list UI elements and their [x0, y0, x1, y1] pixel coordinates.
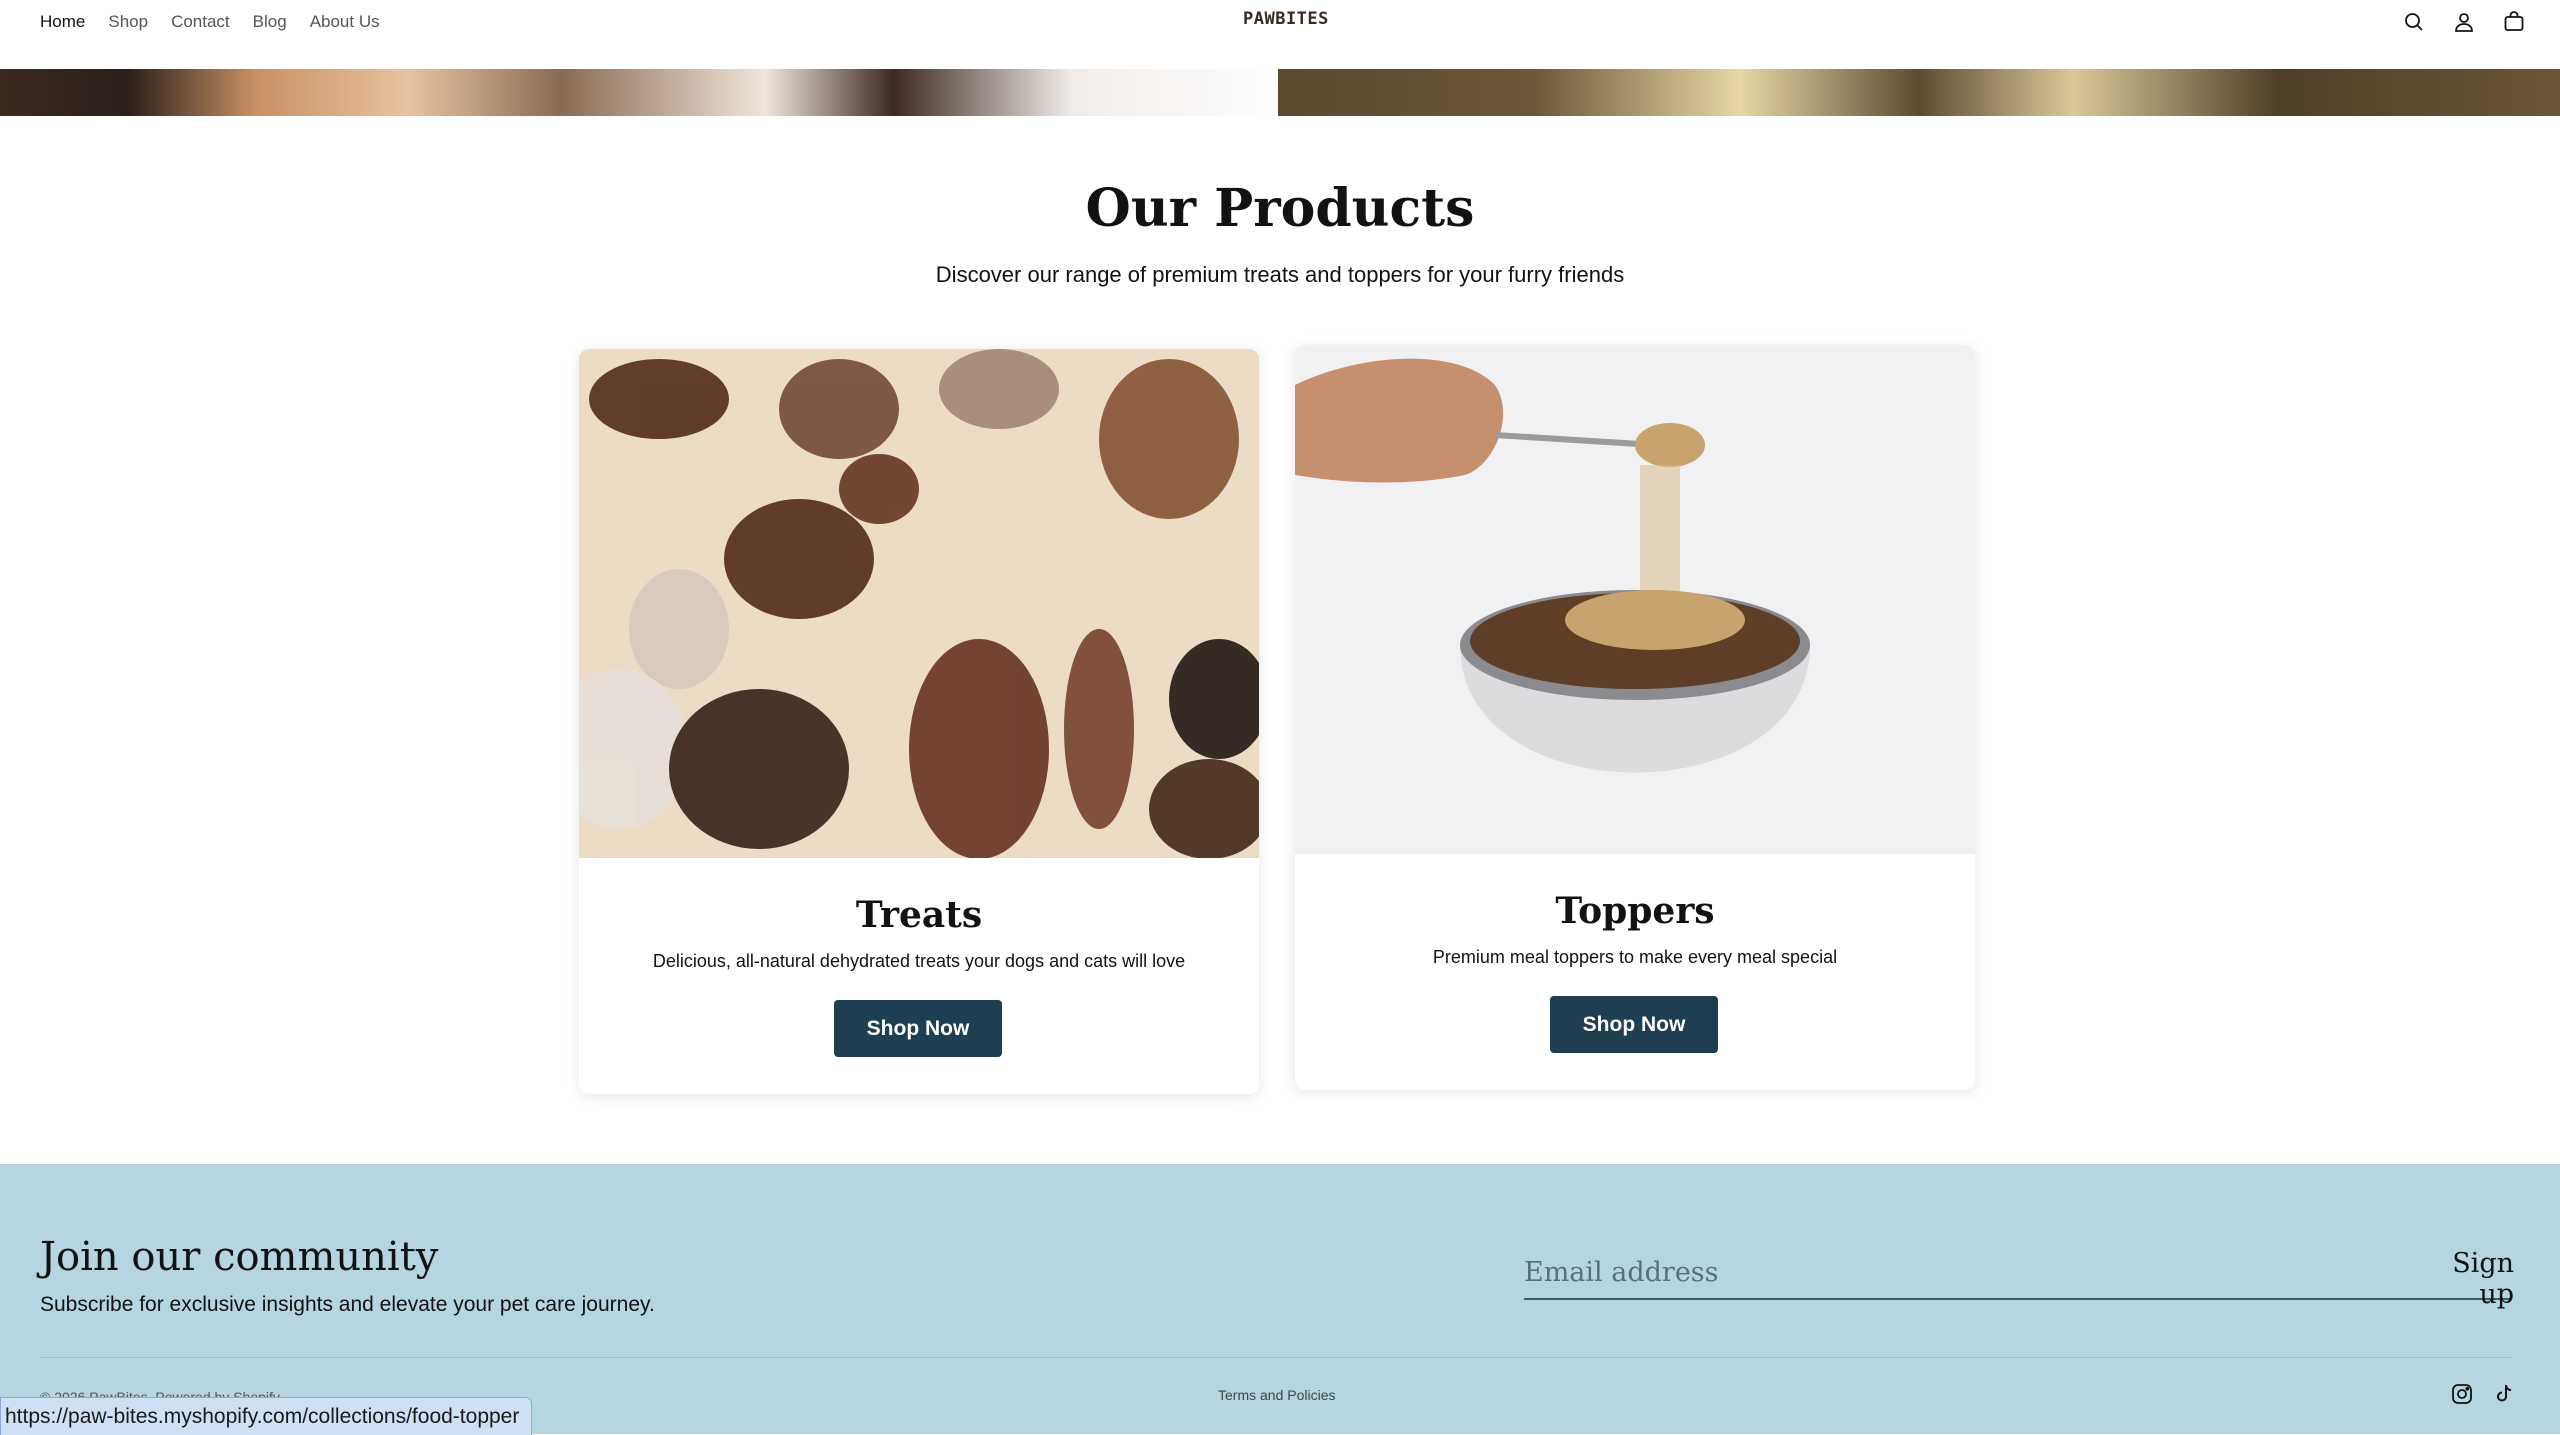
product-card-treats: Treats Delicious, all-natural dehydrated… — [579, 349, 1259, 1094]
newsletter-heading: Join our community — [40, 1234, 439, 1280]
card-title-treats: Treats — [855, 894, 983, 936]
card-description-toppers: Premium meal toppers to make every meal … — [1432, 947, 1838, 967]
treats-image[interactable] — [579, 349, 1259, 859]
hero-banner — [0, 69, 2560, 116]
card-title-toppers: Toppers — [1555, 890, 1715, 932]
main-nav: Home Shop Contact Blog About Us — [40, 10, 403, 34]
nav-shop[interactable]: Shop — [108, 10, 148, 34]
product-card-toppers: Toppers Premium meal toppers to make eve… — [1295, 345, 1975, 1090]
logo[interactable]: PAWBITES — [1243, 9, 1328, 29]
account-icon[interactable] — [2452, 10, 2476, 34]
hero-image-treats[interactable] — [0, 69, 1276, 116]
social-links — [2450, 1382, 2516, 1406]
card-description-treats: Delicious, all-natural dehydrated treats… — [652, 951, 1186, 971]
hero-image-toppers[interactable] — [1278, 69, 2560, 116]
search-icon[interactable] — [2402, 10, 2426, 34]
header-icons — [2402, 10, 2526, 34]
site-header: Home Shop Contact Blog About Us PAWBITES — [0, 0, 2560, 69]
email-field[interactable] — [1524, 1246, 2510, 1300]
footer: Join our community Subscribe for exclusi… — [0, 1164, 2560, 1434]
status-bar-url: https://paw-bites.myshopify.com/collecti… — [0, 1397, 533, 1435]
nav-blog[interactable]: Blog — [253, 10, 287, 34]
nav-home[interactable]: Home — [40, 10, 85, 34]
sign-up-button[interactable]: Sign up — [2410, 1248, 2514, 1310]
shop-now-button-toppers[interactable]: Shop Now — [1550, 996, 1718, 1053]
products-title: Our Products — [1085, 178, 1475, 239]
cart-icon[interactable] — [2502, 10, 2526, 34]
terms-link[interactable]: Terms and Policies — [1218, 1387, 1336, 1403]
instagram-icon[interactable] — [2450, 1382, 2474, 1406]
products-subtitle: Discover our range of premium treats and… — [935, 262, 1625, 287]
newsletter-subheading: Subscribe for exclusive insights and ele… — [40, 1293, 655, 1316]
nav-about-us[interactable]: About Us — [310, 10, 380, 34]
toppers-image[interactable] — [1295, 345, 1975, 854]
shop-now-button-treats[interactable]: Shop Now — [834, 1000, 1002, 1057]
footer-divider — [40, 1357, 2512, 1358]
nav-contact[interactable]: Contact — [171, 10, 230, 34]
tiktok-icon[interactable] — [2492, 1382, 2516, 1406]
